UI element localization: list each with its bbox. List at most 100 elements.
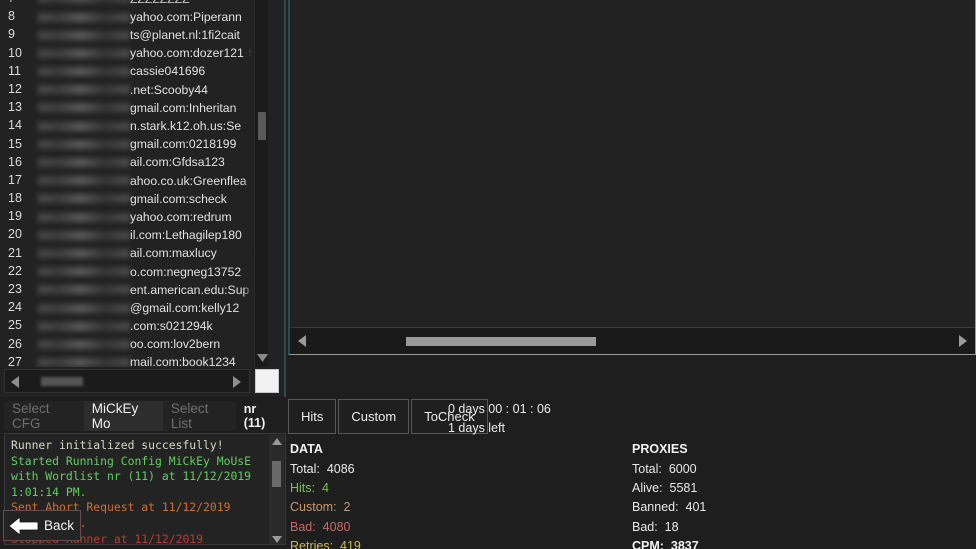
list-item-text: .com:s021294k <box>130 319 213 334</box>
list-item-text: yahoo.com:Piperann <box>130 9 242 24</box>
stat-label: Custom: <box>290 500 344 515</box>
triangle-up-icon[interactable] <box>269 435 284 447</box>
list-item-index: 20 <box>8 227 22 242</box>
list-item[interactable]: 12 .net:Scooby44: <box>0 80 256 98</box>
stat-label: CPM: <box>632 538 671 549</box>
proxy-stat-bad: Bad: 18 <box>632 518 706 537</box>
log-line: with Wordlist nr (11) at 11/12/2019 <box>11 469 252 484</box>
triangle-left-icon[interactable] <box>7 374 23 390</box>
list-item[interactable]: 22 o.com:negneg13752 <box>0 262 256 280</box>
list-item-text: mail.com:book1234 <box>130 355 236 367</box>
list-item[interactable]: 27 mail.com:book1234 <box>0 353 256 367</box>
triangle-right-icon[interactable] <box>229 374 245 390</box>
tab-select-cfg[interactable]: Select CFG <box>4 401 84 431</box>
stat-label: Total: <box>290 462 327 476</box>
wordlist-vertical-scroll-thumb[interactable] <box>258 112 266 140</box>
list-item-redacted-credential <box>38 176 130 186</box>
list-item[interactable]: 8 yahoo.com:Piperann: <box>0 7 256 25</box>
app-root: 7ZZZZZZZZ8yahoo.com:Piperann:9ts@planet.… <box>0 0 976 549</box>
list-item[interactable]: 13 gmail.com:Inheritan: <box>0 98 256 116</box>
results-horizontal-scroll-thumb[interactable] <box>406 337 596 346</box>
scrollbar-corner-box <box>255 369 279 393</box>
proxy-stat-banned: Banned: 401 <box>632 498 706 517</box>
list-item-redacted-credential <box>38 212 130 222</box>
back-button[interactable]: Back <box>3 510 81 541</box>
list-item-index: 13 <box>8 100 22 115</box>
stat-value: 2 <box>343 500 351 515</box>
list-item[interactable]: 15 gmail.com:0218199: <box>0 135 256 153</box>
wordlist-panel: 7ZZZZZZZZ8yahoo.com:Piperann:9ts@planet.… <box>0 0 286 397</box>
log-line: Runner initialized succesfully! <box>11 438 224 452</box>
list-item[interactable]: 11 cassie041696: <box>0 62 256 80</box>
stat-value: 18 <box>664 519 679 534</box>
list-item-index: 14 <box>8 118 22 133</box>
list-item[interactable]: 23 ent.american.edu:Sup: <box>0 280 256 298</box>
stat-value: 4080 <box>322 519 351 534</box>
list-item-text: ahoo.co.uk:Greenflea <box>130 173 247 188</box>
list-item-redacted-credential <box>38 194 130 204</box>
triangle-down-icon[interactable] <box>255 351 269 365</box>
list-item-redacted-credential <box>38 30 130 40</box>
list-item[interactable]: 16 ail.com:Gfdsa123: <box>0 153 256 171</box>
wordlist-horizontal-scroll-thumb[interactable] <box>41 377 83 386</box>
list-item[interactable]: 26 oo.com:lov2bern: <box>0 335 256 353</box>
stat-value: 6000 <box>668 462 697 476</box>
tab-label: Select List <box>170 401 209 431</box>
stat-button-label: Hits <box>301 409 324 424</box>
stat-button-custom[interactable]: Custom <box>338 399 410 434</box>
stats-section: Hits Custom ToCheck 0 days 00 : 01 : 06 1 … <box>288 397 976 549</box>
tab-select-list[interactable]: Select List <box>162 401 236 431</box>
wordlist-viewport[interactable]: 7ZZZZZZZZ8yahoo.com:Piperann:9ts@planet.… <box>0 0 256 367</box>
arrow-left-icon <box>9 515 39 536</box>
data-stat-bad: Bad: 4080 <box>290 518 361 537</box>
list-item-redacted-credential <box>38 267 130 277</box>
back-button-label: Back <box>44 518 75 533</box>
stat-value: 3837 <box>670 538 699 549</box>
timer-elapsed: 0 days 00 : 01 : 06 <box>448 402 551 416</box>
list-item-index: 24 <box>8 300 22 315</box>
results-panel[interactable] <box>288 0 976 355</box>
list-item[interactable]: 24 @gmail.com:kelly12: <box>0 298 256 316</box>
stat-value: 4 <box>321 481 329 496</box>
list-item[interactable]: 25 .com:s021294k: <box>0 316 256 334</box>
triangle-right-icon[interactable] <box>951 328 975 355</box>
list-item-text: n.stark.k12.oh.us:Se <box>130 119 242 134</box>
data-stats-column: DATA Total: 4086 Hits: 4 Custom: 2 Bad: 408… <box>290 442 361 549</box>
list-item-redacted-credential <box>38 103 130 113</box>
list-item-text: cassie041696 <box>130 64 206 79</box>
list-item-text: oo.com:lov2bern <box>130 337 221 352</box>
console-vertical-scrollbar[interactable] <box>269 435 284 544</box>
list-item[interactable]: 20 il.com:Lethagilep180: <box>0 225 256 243</box>
triangle-down-icon[interactable] <box>269 533 284 544</box>
triangle-left-icon[interactable] <box>290 328 314 355</box>
list-item[interactable]: 7ZZZZZZZZ <box>0 0 256 7</box>
list-item-index: 8 <box>8 9 15 24</box>
list-item[interactable]: 14 n.stark.k12.oh.us:Se: <box>0 116 256 134</box>
log-line: Started Running Config MiCkEy MoUsE <box>11 453 252 468</box>
list-item-index: 7 <box>4 0 38 7</box>
tab-nr-11[interactable]: nr (11) <box>235 401 287 431</box>
list-item[interactable]: 21 ail.com:maxlucy · <box>0 244 256 262</box>
tab-mickey-mo[interactable]: MiCkEy Mo <box>83 401 163 431</box>
list-item[interactable]: 18 gmail.com:scheck: <box>0 189 256 207</box>
wordlist-horizontal-scrollbar[interactable] <box>4 369 250 393</box>
list-item-redacted-credential <box>38 67 130 77</box>
stat-value: 419 <box>340 538 361 549</box>
list-item-redacted-credential <box>38 339 130 349</box>
timer-remaining: 1 days left <box>448 421 505 435</box>
stat-button-hits[interactable]: Hits <box>288 399 337 434</box>
console-vertical-scroll-thumb[interactable] <box>272 461 281 487</box>
list-item-redacted-credential <box>38 139 130 149</box>
wordlist-vertical-scrollbar[interactable] <box>254 0 268 367</box>
list-item-redacted-credential <box>38 358 130 367</box>
stat-button-label: Custom <box>351 409 397 424</box>
list-item[interactable]: 17 ahoo.co.uk:Greenflea <box>0 171 256 189</box>
list-item-index: 25 <box>8 318 22 333</box>
list-item-text: ail.com:Gfdsa123 <box>130 155 225 170</box>
proxy-stat-alive: Alive: 5581 <box>632 479 706 498</box>
list-item[interactable]: 9 ts@planet.nl:1fi2cait: <box>0 25 256 43</box>
list-item-redacted-credential <box>38 158 130 168</box>
results-horizontal-scrollbar[interactable] <box>290 327 975 354</box>
list-item[interactable]: 10 yahoo.com:dozer121 s <box>0 44 256 62</box>
list-item[interactable]: 19 yahoo.com:redrum: <box>0 207 256 225</box>
